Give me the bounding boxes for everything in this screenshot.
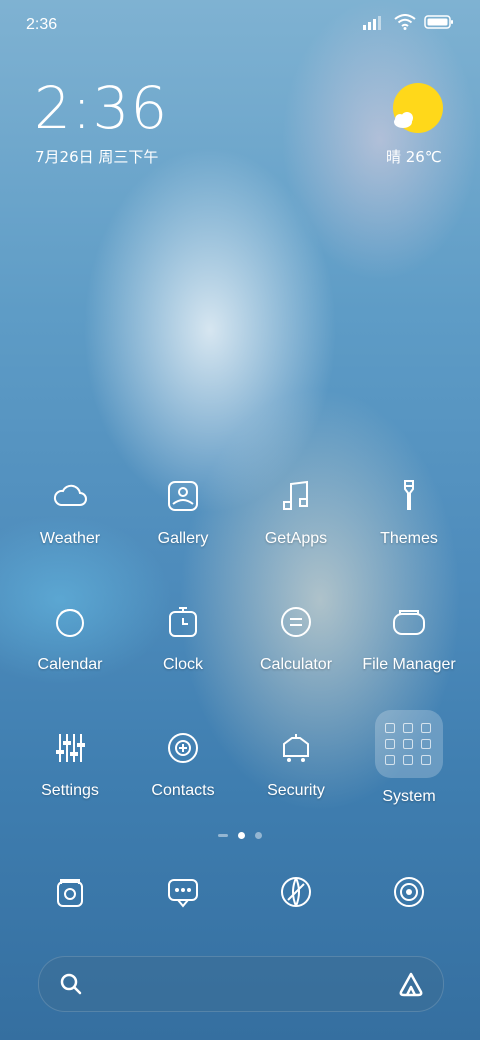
app-weather[interactable]: Weather — [14, 472, 126, 548]
calendar-icon — [46, 598, 94, 646]
app-label: GetApps — [264, 530, 328, 547]
cloud-icon — [46, 472, 94, 520]
app-gallery[interactable]: Gallery — [127, 472, 239, 548]
status-icons — [362, 14, 454, 30]
app-contacts[interactable]: Contacts — [127, 724, 239, 800]
page-indicator — [0, 832, 480, 839]
app-label: Themes — [380, 530, 438, 547]
app-calendar[interactable]: Calendar — [14, 598, 126, 674]
app-label: Gallery — [157, 530, 209, 547]
status-time: 2:36 — [26, 16, 58, 33]
timer-icon — [159, 598, 207, 646]
gallery-icon — [159, 472, 207, 520]
app-settings[interactable]: Settings — [14, 724, 126, 800]
contacts-icon — [159, 724, 207, 772]
app-label: Security — [267, 782, 325, 799]
app-label: Calculator — [259, 656, 333, 673]
app-label: Weather — [39, 530, 101, 547]
app-getapps[interactable]: GetApps — [240, 472, 352, 548]
calculator-icon — [272, 598, 320, 646]
music-note-icon — [272, 472, 320, 520]
app-themes[interactable]: Themes — [353, 472, 465, 548]
page-dot-active — [238, 832, 245, 839]
page-dot — [255, 832, 262, 839]
camera-icon[interactable] — [385, 868, 433, 916]
sunny-cloud-icon[interactable] — [388, 82, 444, 138]
browser-icon[interactable] — [272, 868, 320, 916]
sliders-icon — [46, 724, 94, 772]
app-calculator[interactable]: Calculator — [240, 598, 352, 674]
battery-icon — [424, 15, 453, 29]
app-clock[interactable]: Clock — [127, 598, 239, 674]
phone-icon[interactable] — [46, 868, 94, 916]
app-label: Calendar — [37, 656, 103, 673]
folder-icon — [385, 598, 433, 646]
app-label: Contacts — [151, 782, 215, 799]
page-indicator-dash — [218, 834, 228, 837]
app-file-manager[interactable]: File Manager — [353, 598, 465, 674]
weather-widget-text: 晴 26℃ — [386, 148, 442, 166]
assistant-icon[interactable] — [397, 971, 425, 997]
app-label: Settings — [41, 782, 99, 799]
shield-icon — [272, 724, 320, 772]
wifi-icon — [394, 14, 416, 30]
app-system-folder[interactable]: System — [353, 710, 465, 806]
status-bar: 2:36 — [0, 0, 480, 48]
app-label: System — [382, 788, 436, 805]
app-label: File Manager — [362, 656, 456, 673]
clock-widget-time[interactable]: 2:36 — [34, 76, 168, 140]
brush-icon — [385, 472, 433, 520]
app-label: Clock — [162, 656, 203, 673]
signal-icon — [363, 16, 381, 30]
folder-grid-icon — [375, 710, 443, 778]
search-bar[interactable] — [38, 956, 444, 1012]
clock-widget-date: 7月26日 周三下午 — [35, 148, 159, 166]
search-icon[interactable] — [59, 972, 83, 996]
app-security[interactable]: Security — [240, 724, 352, 800]
messages-icon[interactable] — [159, 868, 207, 916]
